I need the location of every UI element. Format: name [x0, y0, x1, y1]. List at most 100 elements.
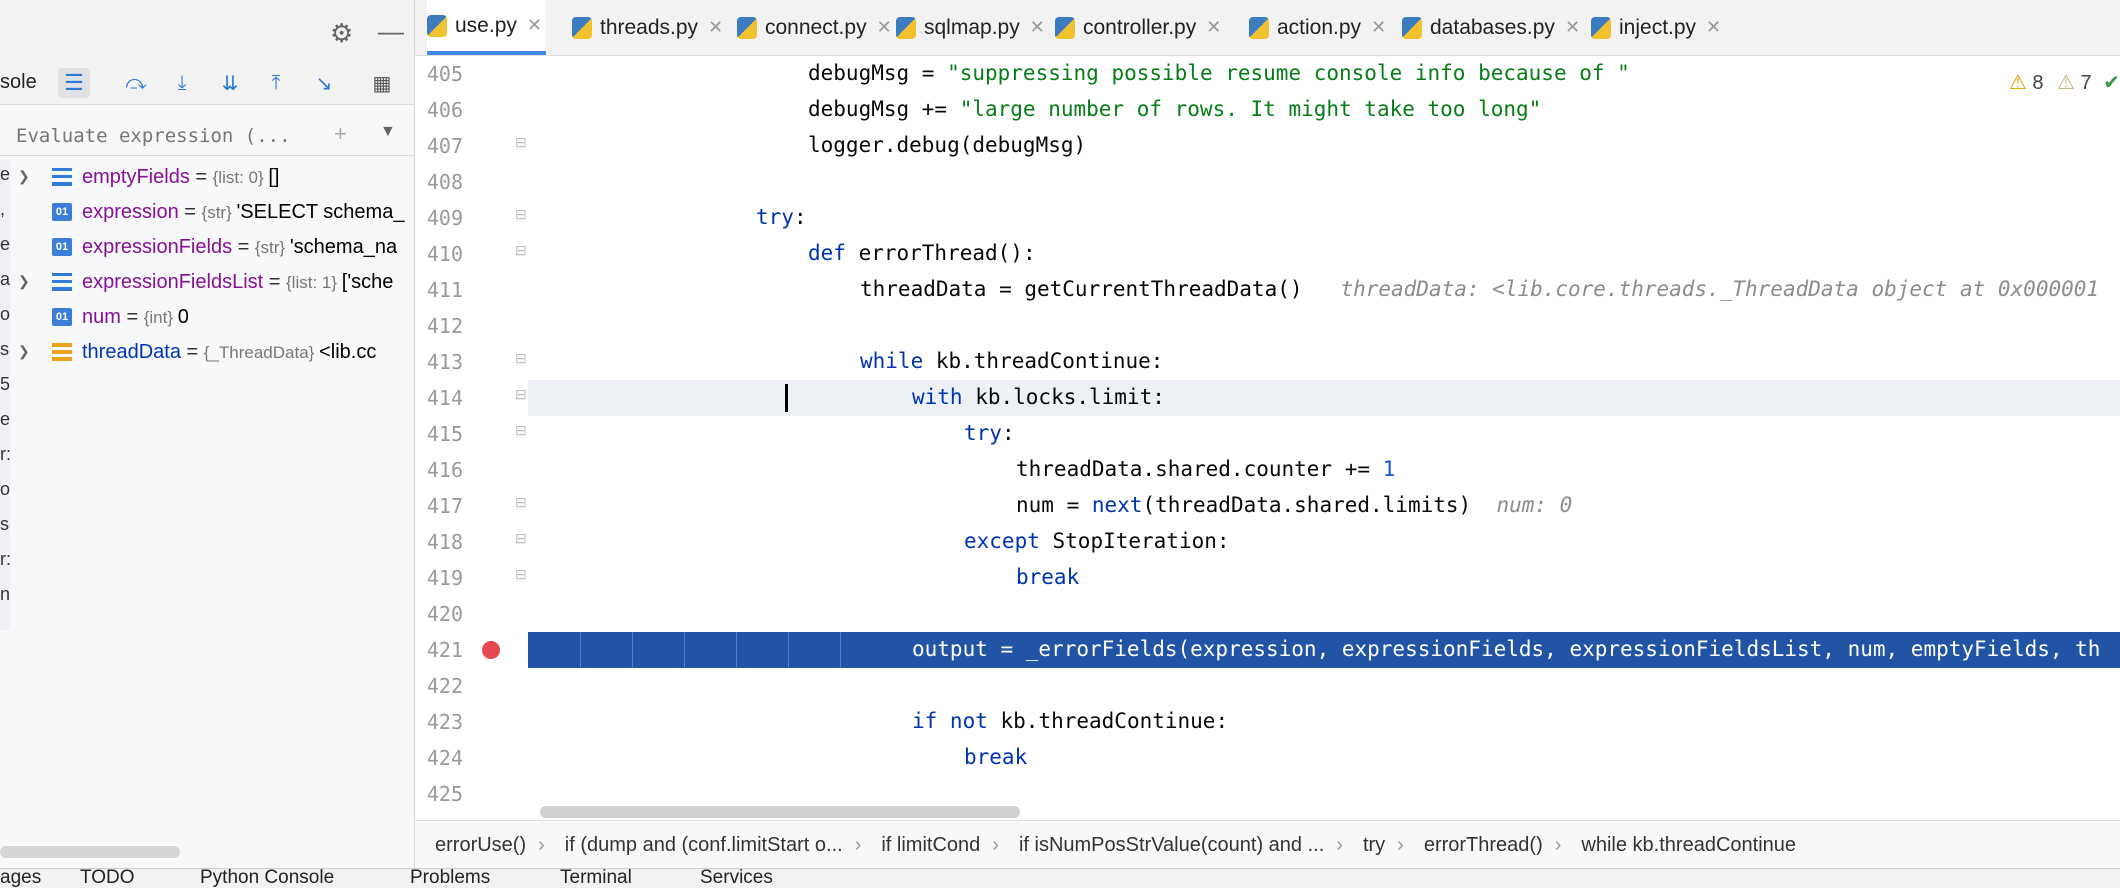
- editor-tab[interactable]: controller.py ✕: [1055, 0, 1221, 55]
- tool-window-button[interactable]: Services: [700, 869, 773, 888]
- fold-icon[interactable]: ⊟: [515, 134, 527, 151]
- breadcrumb-item[interactable]: if isNumPosStrValue(count) and ...: [999, 834, 1336, 857]
- line-number[interactable]: 410: [415, 242, 463, 266]
- breadcrumb-item[interactable]: errorThread(): [1404, 834, 1555, 857]
- editor-tab[interactable]: inject.py ✕: [1591, 0, 1721, 55]
- line-number[interactable]: 406: [415, 98, 463, 122]
- variable-row[interactable]: 01 num = {int} 0: [0, 300, 414, 335]
- close-icon[interactable]: ✕: [1371, 17, 1386, 38]
- fold-icon[interactable]: ⊟: [515, 494, 527, 511]
- breadcrumb-item[interactable]: while kb.threadContinue: [1561, 834, 1808, 857]
- tool-window-button[interactable]: Problems: [410, 869, 490, 888]
- close-icon[interactable]: ✕: [1030, 17, 1045, 38]
- chevron-right-icon[interactable]: ❯: [18, 343, 32, 361]
- editor-tab[interactable]: threads.py ✕: [572, 0, 723, 55]
- tool-window-button[interactable]: ages: [0, 869, 41, 888]
- show-execution-point-button[interactable]: ☰: [58, 68, 90, 98]
- close-icon[interactable]: ✕: [877, 17, 892, 38]
- close-icon[interactable]: ✕: [708, 17, 723, 38]
- code-line[interactable]: except StopIteration:: [528, 524, 2120, 560]
- chevron-right-icon[interactable]: ❯: [18, 168, 32, 186]
- code-line[interactable]: while kb.threadContinue:: [528, 344, 2120, 380]
- variable-row[interactable]: ❯ emptyFields = {list: 0} []: [0, 160, 414, 195]
- step-into-button[interactable]: ⤓: [166, 68, 198, 98]
- line-number[interactable]: 419: [415, 566, 463, 590]
- close-icon[interactable]: ✕: [527, 15, 542, 36]
- gear-icon[interactable]: ⚙: [330, 18, 353, 49]
- code-line[interactable]: [528, 596, 2120, 632]
- breadcrumb-item[interactable]: errorUse(): [415, 834, 538, 857]
- code-line[interactable]: if not kb.threadContinue:: [528, 704, 2120, 740]
- variable-row[interactable]: 01 expressionFields = {str} 'schema_na: [0, 230, 414, 265]
- line-number[interactable]: 421: [415, 638, 463, 662]
- code-line[interactable]: num = next(threadData.shared.limits) num…: [528, 488, 2120, 524]
- code-line[interactable]: output = _errorFields(expression, expres…: [528, 632, 2120, 668]
- fold-icon[interactable]: ⊟: [515, 242, 527, 259]
- code-editor[interactable]: debugMsg = "suppressing possible resume …: [528, 56, 2120, 820]
- line-number[interactable]: 414: [415, 386, 463, 410]
- variable-row[interactable]: 01 expression = {str} 'SELECT schema_: [0, 195, 414, 230]
- fold-icon[interactable]: ⊟: [515, 386, 527, 403]
- breadcrumb-item[interactable]: if limitCond: [861, 834, 992, 857]
- code-line[interactable]: debugMsg = "suppressing possible resume …: [528, 56, 2120, 92]
- variable-row[interactable]: ❯ expressionFieldsList = {list: 1} ['sche: [0, 265, 414, 300]
- breakpoint-icon[interactable]: [482, 641, 500, 659]
- fold-icon[interactable]: ⊟: [515, 566, 527, 583]
- line-number[interactable]: 412: [415, 314, 463, 338]
- tool-window-button[interactable]: Python Console: [200, 869, 334, 888]
- evaluate-input[interactable]: [14, 121, 318, 151]
- code-line[interactable]: break: [528, 560, 2120, 596]
- line-number[interactable]: 425: [415, 782, 463, 806]
- line-number[interactable]: 413: [415, 350, 463, 374]
- evaluate-button[interactable]: ▦: [366, 68, 398, 98]
- breadcrumb-item[interactable]: try: [1343, 834, 1397, 857]
- close-icon[interactable]: ✕: [1706, 17, 1721, 38]
- tool-window-button[interactable]: Terminal: [560, 869, 632, 888]
- step-out-button[interactable]: ⤒: [260, 68, 292, 98]
- code-line[interactable]: break: [528, 740, 2120, 776]
- code-line[interactable]: logger.debug(debugMsg): [528, 128, 2120, 164]
- editor-tab[interactable]: databases.py ✕: [1402, 0, 1580, 55]
- code-line[interactable]: try:: [528, 416, 2120, 452]
- code-line[interactable]: def errorThread():: [528, 236, 2120, 272]
- inspection-widget[interactable]: ⚠ 8 ⚠ 7 ✔: [2009, 70, 2120, 95]
- fold-icon[interactable]: ⊟: [515, 206, 527, 223]
- chevron-down-icon[interactable]: ▼: [380, 123, 396, 141]
- editor-tab[interactable]: connect.py ✕: [737, 0, 892, 55]
- line-number[interactable]: 423: [415, 710, 463, 734]
- line-number[interactable]: 424: [415, 746, 463, 770]
- line-number[interactable]: 415: [415, 422, 463, 446]
- console-tab-label[interactable]: sole: [0, 71, 37, 94]
- code-line[interactable]: try:: [528, 200, 2120, 236]
- fold-icon[interactable]: ⊟: [515, 350, 527, 367]
- chevron-right-icon[interactable]: ❯: [18, 273, 32, 291]
- code-line[interactable]: debugMsg += "large number of rows. It mi…: [528, 92, 2120, 128]
- line-number[interactable]: 408: [415, 170, 463, 194]
- line-number[interactable]: 420: [415, 602, 463, 626]
- editor-tab[interactable]: use.py ✕: [427, 0, 546, 55]
- line-number[interactable]: 411: [415, 278, 463, 302]
- close-icon[interactable]: ✕: [1565, 17, 1580, 38]
- horizontal-scrollbar[interactable]: [540, 806, 1020, 818]
- code-line[interactable]: threadData = getCurrentThreadData() thre…: [528, 272, 2120, 308]
- line-number[interactable]: 409: [415, 206, 463, 230]
- step-over-button[interactable]: ⤼: [120, 68, 152, 98]
- code-line[interactable]: [528, 308, 2120, 344]
- run-to-cursor-button[interactable]: ↘: [308, 68, 340, 98]
- step-into-my-code-button[interactable]: ⇊: [214, 68, 246, 98]
- fold-icon[interactable]: ⊟: [515, 530, 527, 547]
- variable-row[interactable]: ❯ threadData = {_ThreadData} <lib.cc: [0, 335, 414, 370]
- editor-tab[interactable]: action.py ✕: [1249, 0, 1386, 55]
- minimize-icon[interactable]: —: [378, 16, 404, 47]
- editor-tab[interactable]: sqlmap.py ✕: [896, 0, 1045, 55]
- line-number[interactable]: 416: [415, 458, 463, 482]
- add-watch-icon[interactable]: +: [334, 121, 347, 147]
- breadcrumb-item[interactable]: if (dump and (conf.limitStart o...: [545, 834, 855, 857]
- line-number[interactable]: 407: [415, 134, 463, 158]
- code-line[interactable]: [528, 164, 2120, 200]
- code-line[interactable]: [528, 668, 2120, 704]
- tool-window-button[interactable]: TODO: [80, 869, 135, 888]
- line-number[interactable]: 422: [415, 674, 463, 698]
- close-icon[interactable]: ✕: [1206, 17, 1221, 38]
- fold-icon[interactable]: ⊟: [515, 422, 527, 439]
